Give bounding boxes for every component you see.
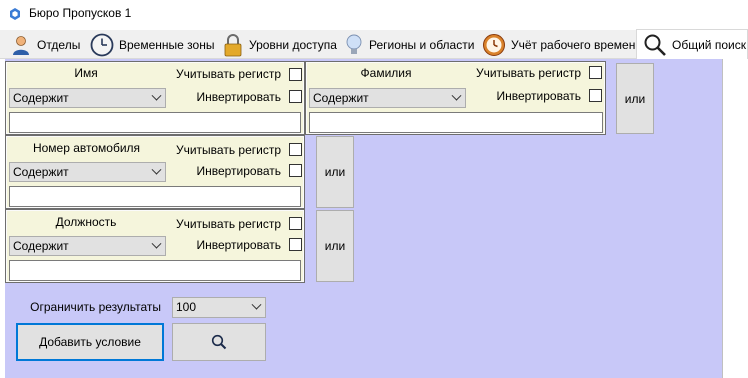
chevron-down-icon <box>251 299 262 310</box>
alarm-clock-icon <box>483 33 505 56</box>
surname-invert-checkbox[interactable] <box>589 89 602 102</box>
tab-access-levels[interactable]: Уровни доступа <box>216 30 337 59</box>
or-button-label: или <box>324 165 346 179</box>
surname-case-checkbox[interactable] <box>589 66 602 79</box>
car-number-label: Номер автомобиля <box>32 141 141 155</box>
surname-mode-select[interactable]: Содержит <box>309 88 466 108</box>
car-case-label: Учитывать регистр <box>175 143 281 157</box>
tab-label: Общий поиск <box>672 37 746 52</box>
tab-label: Временные зоны <box>119 37 215 52</box>
name-case-label: Учитывать регистр <box>175 67 281 81</box>
car-invert-checkbox[interactable] <box>289 164 302 177</box>
car-mode-value: Содержит <box>13 165 69 179</box>
title-bar: Бюро Пропусков 1 <box>0 0 748 30</box>
name-invert-label: Инвертировать <box>196 90 281 104</box>
or-button-1[interactable]: или <box>616 63 654 134</box>
name-invert-checkbox[interactable] <box>289 90 302 103</box>
car-invert-label: Инвертировать <box>196 164 281 178</box>
clock-icon <box>90 33 114 56</box>
search-button[interactable] <box>172 323 266 361</box>
surname-invert-label: Инвертировать <box>496 89 581 103</box>
or-button-label: или <box>324 239 346 253</box>
search-icon <box>211 334 227 350</box>
or-button-2[interactable]: или <box>316 136 354 208</box>
lightbulb-icon <box>346 34 362 54</box>
or-button-3[interactable]: или <box>316 210 354 282</box>
position-input[interactable] <box>9 260 301 281</box>
person-icon <box>13 35 29 55</box>
name-mode-select[interactable]: Содержит <box>9 88 166 108</box>
position-label: Должность <box>55 215 117 229</box>
name-mode-value: Содержит <box>13 91 69 105</box>
car-number-input[interactable] <box>9 186 301 207</box>
chevron-down-icon <box>151 238 162 249</box>
add-condition-button[interactable]: Добавить условие <box>16 323 164 361</box>
tab-regions[interactable]: Регионы и области <box>338 30 474 59</box>
tab-label: Регионы и области <box>369 37 475 52</box>
lock-icon <box>224 33 242 56</box>
surname-case-label: Учитывать регистр <box>475 66 581 80</box>
tab-work-time[interactable]: Учёт рабочего времени <box>476 30 642 59</box>
position-case-checkbox[interactable] <box>289 217 302 230</box>
chevron-down-icon <box>151 164 162 175</box>
name-case-checkbox[interactable] <box>289 68 302 81</box>
tab-departments[interactable]: Отделы <box>4 30 84 59</box>
limit-results-value: 100 <box>176 300 197 314</box>
position-case-label: Учитывать регистр <box>175 217 281 231</box>
tab-bar: Отделы Временные зоны Уровни доступа Рег… <box>0 29 748 59</box>
surname-mode-value: Содержит <box>313 91 369 105</box>
position-mode-select[interactable]: Содержит <box>9 236 166 256</box>
tab-label: Учёт рабочего времени <box>511 37 643 52</box>
search-icon <box>644 34 666 56</box>
car-case-checkbox[interactable] <box>289 143 302 156</box>
surname-input[interactable] <box>309 112 603 133</box>
window-title: Бюро Пропусков 1 <box>29 6 132 20</box>
name-input[interactable] <box>9 112 301 133</box>
tab-general-search[interactable]: Общий поиск <box>636 29 748 59</box>
chevron-down-icon <box>451 90 462 101</box>
add-condition-label: Добавить условие <box>39 335 141 349</box>
tab-label: Уровни доступа <box>249 37 337 52</box>
limit-results-select[interactable]: 100 <box>172 297 266 318</box>
name-label: Имя <box>74 66 98 80</box>
chevron-down-icon <box>151 90 162 101</box>
app-icon <box>10 8 20 20</box>
tab-label: Отделы <box>37 37 81 52</box>
results-area <box>722 59 748 378</box>
surname-label: Фамилия <box>360 66 412 80</box>
car-mode-select[interactable]: Содержит <box>9 162 166 182</box>
limit-results-label: Ограничить результаты <box>30 300 161 314</box>
tab-time-zones[interactable]: Временные зоны <box>84 30 214 59</box>
position-mode-value: Содержит <box>13 239 69 253</box>
position-invert-checkbox[interactable] <box>289 238 302 251</box>
or-button-label: или <box>624 91 646 106</box>
position-invert-label: Инвертировать <box>196 238 281 252</box>
